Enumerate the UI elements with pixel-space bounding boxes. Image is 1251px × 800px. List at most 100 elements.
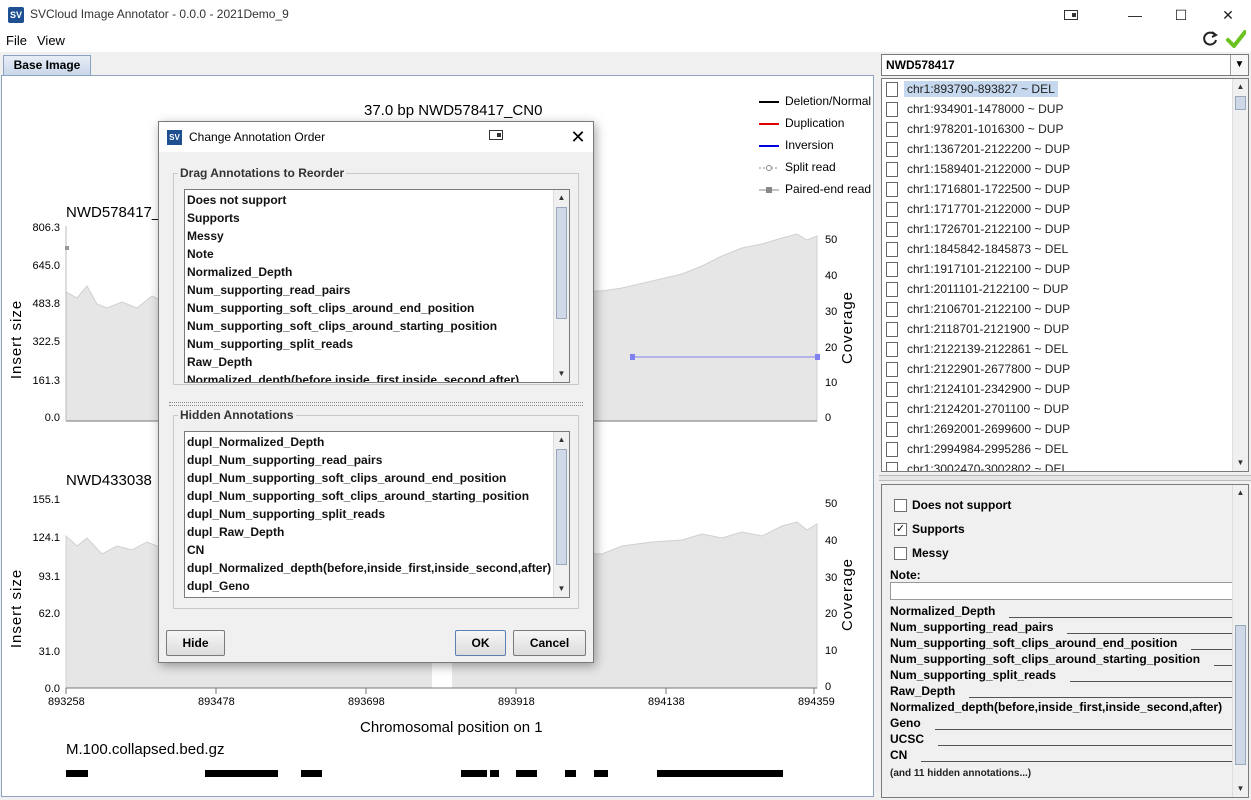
scroll-down-icon[interactable]: ▼: [554, 366, 569, 382]
annotation-field-input[interactable]: [1191, 649, 1236, 650]
sv-list-item[interactable]: chr1:2118701-2121900 ~ DUP: [886, 322, 1072, 342]
sv-list-item[interactable]: chr1:2122901-2677800 ~ DUP: [886, 362, 1073, 382]
annotation-field[interactable]: CN: [890, 748, 1236, 764]
sv-list-item[interactable]: chr1:1367201-2122200 ~ DUP: [886, 142, 1073, 162]
hidden-annotation-item[interactable]: dupl_Normalized_depth(before,inside_firs…: [187, 561, 551, 579]
annotation-scrollbar[interactable]: ▲ ▼: [1232, 485, 1248, 797]
hidden-annotation-item[interactable]: dupl_Normalized_Depth: [187, 435, 324, 453]
annotation-field[interactable]: Normalized_depth(before,inside_first,ins…: [890, 700, 1236, 716]
restore-icon[interactable]: [489, 128, 503, 143]
sv-list-item[interactable]: chr1:2106701-2122100 ~ DUP: [886, 302, 1073, 322]
sv-list-item[interactable]: chr1:2124201-2701100 ~ DUP: [886, 402, 1072, 422]
visible-annotations-list[interactable]: Does not support Supports Messy Note Normali…: [184, 189, 570, 383]
sv-list-item[interactable]: chr1:893790-893827 ~ DEL: [886, 81, 1058, 102]
dialog-divider[interactable]: [169, 402, 583, 406]
visible-annotation-item[interactable]: Supports: [187, 211, 240, 229]
visible-annotation-item[interactable]: Num_supporting_split_reads: [187, 337, 353, 355]
scroll-thumb[interactable]: [556, 449, 567, 565]
annotation-field[interactable]: Num_supporting_split_reads: [890, 668, 1236, 684]
checkbox-box[interactable]: [894, 499, 907, 513]
annotation-field[interactable]: Raw_Depth: [890, 684, 1236, 700]
annotation-field[interactable]: Num_supporting_soft_clips_around_end_pos…: [890, 636, 1236, 652]
scroll-thumb[interactable]: [1235, 625, 1246, 765]
checkbox-messy[interactable]: Messy: [894, 546, 949, 566]
annotation-field[interactable]: Normalized_Depth: [890, 604, 1236, 620]
scroll-up-icon[interactable]: ▲: [554, 190, 569, 206]
restore-icon[interactable]: [1048, 0, 1094, 30]
ok-button[interactable]: OK: [455, 630, 506, 656]
sv-list-item[interactable]: chr1:2122139-2122861 ~ DEL: [886, 342, 1071, 362]
visible-annotation-item[interactable]: Num_supporting_read_pairs: [187, 283, 350, 301]
hidden-annotation-item[interactable]: dupl_Geno: [187, 579, 250, 597]
scroll-up-icon[interactable]: ▲: [1233, 79, 1248, 95]
pane-splitter[interactable]: [879, 475, 1251, 481]
annotation-field-input[interactable]: [935, 729, 1236, 730]
hidden-annotation-item[interactable]: CN: [187, 543, 204, 561]
sv-list-item[interactable]: chr1:1726701-2122100 ~ DUP: [886, 222, 1073, 242]
close-icon[interactable]: ✕: [1205, 0, 1251, 30]
hide-button[interactable]: Hide: [166, 630, 225, 656]
sv-list-item[interactable]: chr1:978201-1016300 ~ DUP: [886, 122, 1066, 142]
sv-list-item[interactable]: chr1:1845842-1845873 ~ DEL: [886, 242, 1071, 262]
scroll-down-icon[interactable]: ▼: [554, 581, 569, 597]
hidden-list-scrollbar[interactable]: ▲ ▼: [553, 432, 569, 597]
sv-list-scrollbar[interactable]: ▲ ▼: [1232, 79, 1248, 471]
sv-list-item[interactable]: chr1:1716801-1722500 ~ DUP: [886, 182, 1073, 202]
menu-view[interactable]: View: [37, 33, 65, 48]
visible-annotation-item[interactable]: Does not support: [187, 193, 286, 211]
sv-list-item[interactable]: chr1:1717701-2122000 ~ DUP: [886, 202, 1073, 222]
annotation-field-input[interactable]: [921, 761, 1236, 762]
sv-list-item[interactable]: chr1:934901-1478000 ~ DUP: [886, 102, 1066, 122]
visible-annotation-item[interactable]: Num_supporting_soft_clips_around_startin…: [187, 319, 497, 337]
minimize-icon[interactable]: —: [1112, 0, 1158, 30]
hidden-annotations-list[interactable]: dupl_Normalized_Depth dupl_Num_supporting…: [184, 431, 570, 598]
checkbox-supports[interactable]: ✓ Supports: [894, 522, 965, 542]
cancel-button[interactable]: Cancel: [513, 630, 586, 656]
annotation-field-input[interactable]: [1070, 681, 1236, 682]
annotation-field-input[interactable]: [938, 745, 1236, 746]
sv-list-item[interactable]: chr1:2011101-2122100 ~ DUP: [886, 282, 1071, 302]
checkbox-box[interactable]: ✓: [894, 523, 907, 537]
visible-annotation-item[interactable]: Normalized_depth(before,inside_first,ins…: [187, 373, 519, 382]
scroll-up-icon[interactable]: ▲: [1233, 485, 1248, 501]
annotation-field[interactable]: Num_supporting_read_pairs: [890, 620, 1236, 636]
sv-list-item[interactable]: chr1:1589401-2122000 ~ DUP: [886, 162, 1073, 182]
menu-file[interactable]: File: [6, 33, 27, 48]
scroll-thumb[interactable]: [1235, 96, 1246, 110]
scroll-down-icon[interactable]: ▼: [1233, 455, 1248, 471]
visible-list-scrollbar[interactable]: ▲ ▼: [553, 190, 569, 382]
hidden-annotation-item[interactable]: dupl_Num_supporting_soft_clips_around_st…: [187, 489, 529, 507]
visible-annotation-item[interactable]: Num_supporting_soft_clips_around_end_pos…: [187, 301, 474, 319]
visible-annotation-item[interactable]: Note: [187, 247, 214, 265]
sv-list-item[interactable]: chr1:1917101-2122100 ~ DUP: [886, 262, 1073, 282]
visible-annotation-item[interactable]: Normalized_Depth: [187, 265, 292, 283]
hidden-annotation-item[interactable]: dupl_Num_supporting_read_pairs: [187, 453, 382, 471]
sv-list-item[interactable]: chr1:3002470-3002802 ~ DEL: [886, 462, 1071, 471]
visible-annotation-item[interactable]: Raw_Depth: [187, 355, 252, 373]
sv-list-item[interactable]: chr1:2124101-2342900 ~ DUP: [886, 382, 1073, 402]
scroll-down-icon[interactable]: ▼: [1233, 781, 1248, 797]
visible-annotation-item[interactable]: Messy: [187, 229, 224, 247]
sv-list-item[interactable]: chr1:2692001-2699600 ~ DUP: [886, 422, 1073, 442]
checkbox-box[interactable]: [894, 547, 907, 561]
hidden-annotation-item[interactable]: dupl_Num_supporting_split_reads: [187, 507, 385, 525]
sample-select[interactable]: NWD578417 ▼: [881, 54, 1249, 76]
checkmark-icon[interactable]: [1225, 30, 1247, 52]
close-icon[interactable]: ✕: [565, 126, 591, 148]
scroll-up-icon[interactable]: ▲: [554, 432, 569, 448]
hidden-annotation-item[interactable]: dupl_Num_supporting_soft_clips_around_en…: [187, 471, 506, 489]
sv-list[interactable]: chr1:893790-893827 ~ DEL chr1:934901-1478…: [881, 78, 1249, 472]
refresh-icon[interactable]: [1199, 30, 1221, 52]
annotation-field-input[interactable]: [969, 697, 1236, 698]
checkbox-does-not-support[interactable]: Does not support: [894, 498, 1011, 518]
scroll-thumb[interactable]: [556, 207, 567, 319]
sv-list-item[interactable]: chr1:2994984-2995286 ~ DEL: [886, 442, 1071, 462]
annotation-field[interactable]: UCSC: [890, 732, 1236, 748]
maximize-icon[interactable]: ☐: [1158, 0, 1204, 30]
annotation-field[interactable]: Geno: [890, 716, 1236, 732]
chevron-down-icon[interactable]: ▼: [1230, 55, 1248, 75]
tab-base-image[interactable]: Base Image: [3, 55, 91, 75]
note-input[interactable]: [890, 582, 1236, 600]
annotation-field-input[interactable]: [1067, 633, 1236, 634]
hidden-annotation-item[interactable]: dupl_Raw_Depth: [187, 525, 284, 543]
